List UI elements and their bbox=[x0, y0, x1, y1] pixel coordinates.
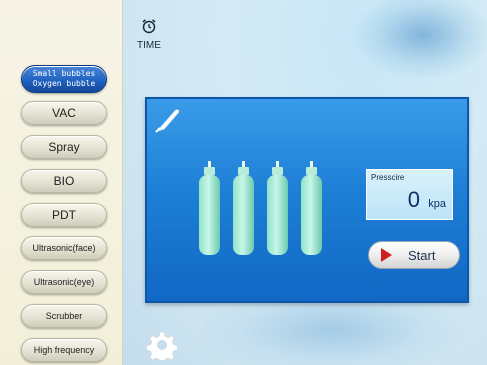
pressure-display: Presscire 0 kpa bbox=[366, 169, 453, 220]
oxygen-bubble-panel: Presscire 0 kpa Start bbox=[145, 97, 469, 303]
mode-line-2: Oxygen bubble bbox=[32, 79, 96, 88]
start-label: Start bbox=[408, 247, 436, 263]
bottle bbox=[301, 161, 322, 255]
spray-button[interactable]: Spray bbox=[21, 135, 107, 159]
pdt-button[interactable]: PDT bbox=[21, 203, 107, 227]
ultrasonic-face-button[interactable]: Ultrasonic(face) bbox=[21, 236, 107, 260]
timer-button[interactable]: TIME bbox=[137, 18, 161, 51]
handpiece-icon bbox=[155, 109, 180, 133]
high-frequency-button[interactable]: High frequency bbox=[21, 338, 107, 362]
bottle bbox=[233, 161, 254, 255]
sidebar: Small bubbles Oxygen bubble VAC Spray BI… bbox=[0, 0, 123, 365]
pressure-unit: kpa bbox=[428, 198, 446, 210]
scrubber-button[interactable]: Scrubber bbox=[21, 304, 107, 328]
play-icon bbox=[381, 248, 392, 262]
bio-button[interactable]: BIO bbox=[21, 169, 107, 193]
main-area: TIME Presscire 0 kpa Start bbox=[123, 0, 487, 365]
water-splash bbox=[353, 0, 487, 80]
alarm-clock-icon bbox=[142, 19, 156, 34]
start-button[interactable]: Start bbox=[368, 241, 460, 269]
bottle bbox=[267, 161, 288, 255]
mode-small-bubbles-button[interactable]: Small bubbles Oxygen bubble bbox=[21, 65, 107, 93]
pressure-value: 0 bbox=[407, 187, 420, 212]
ultrasonic-eye-button[interactable]: Ultrasonic(eye) bbox=[21, 270, 107, 294]
mode-line-1: Small bubbles bbox=[32, 69, 96, 78]
bottle bbox=[199, 161, 220, 255]
oxygen-bottles bbox=[199, 161, 322, 255]
pressure-label: Presscire bbox=[371, 173, 405, 182]
time-label: TIME bbox=[137, 40, 161, 51]
vac-button[interactable]: VAC bbox=[21, 101, 107, 125]
gear-icon[interactable] bbox=[147, 330, 177, 360]
